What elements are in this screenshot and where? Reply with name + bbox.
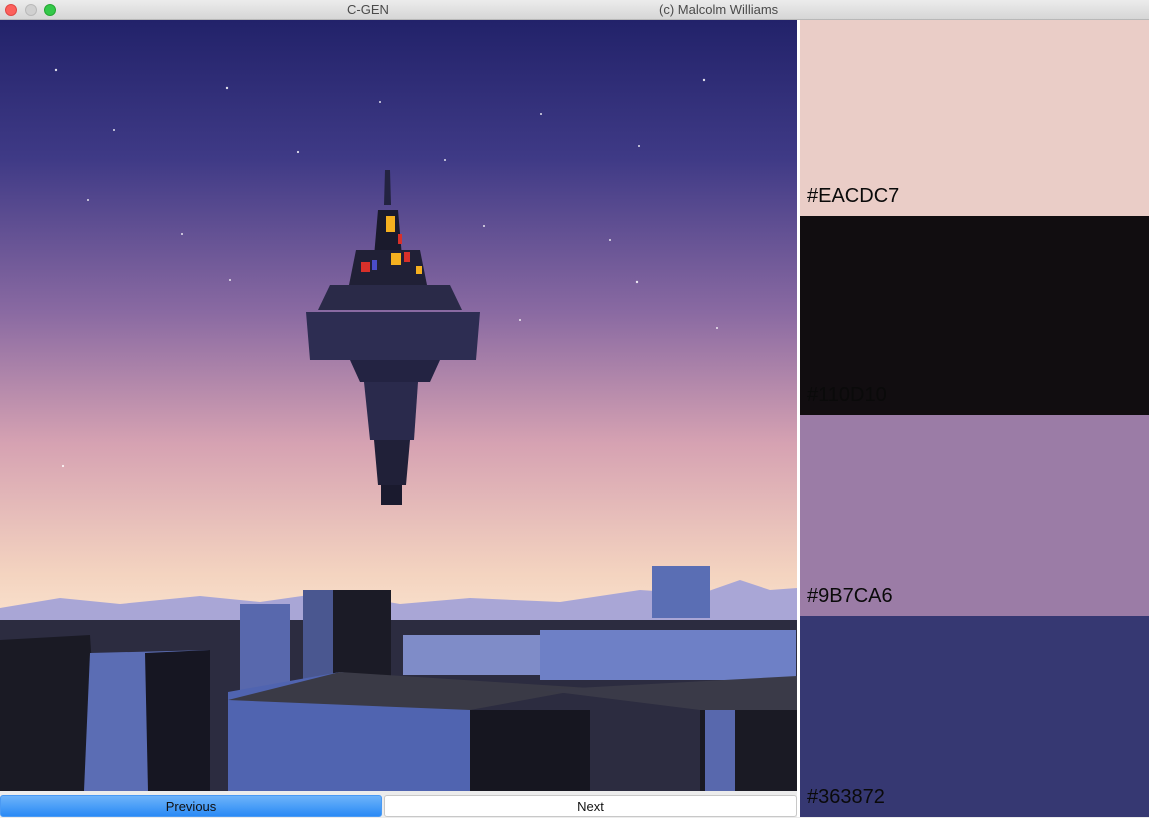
palette-swatch-4: #363872 [800, 616, 1149, 817]
palette-swatch-2-label: #110D10 [807, 384, 887, 406]
next-button[interactable]: Next [384, 795, 797, 817]
window-title: C-GEN [347, 2, 389, 17]
palette-swatch-1-label: #EACDC7 [807, 185, 900, 207]
generated-art-svg [0, 20, 797, 791]
palette-swatch-1: #EACDC7 [800, 20, 1149, 216]
title-bar: C-GEN (c) Malcolm Williams [0, 0, 1149, 20]
palette-swatch-4-label: #363872 [807, 786, 885, 808]
palette-swatch-3: #9B7CA6 [800, 415, 1149, 616]
window-subtitle: (c) Malcolm Williams [659, 2, 779, 17]
palette-swatch-3-label: #9B7CA6 [807, 585, 893, 607]
palette-swatch-2: #110D10 [800, 216, 1149, 415]
generated-art-image [0, 20, 797, 791]
previous-button[interactable]: Previous [0, 795, 382, 817]
